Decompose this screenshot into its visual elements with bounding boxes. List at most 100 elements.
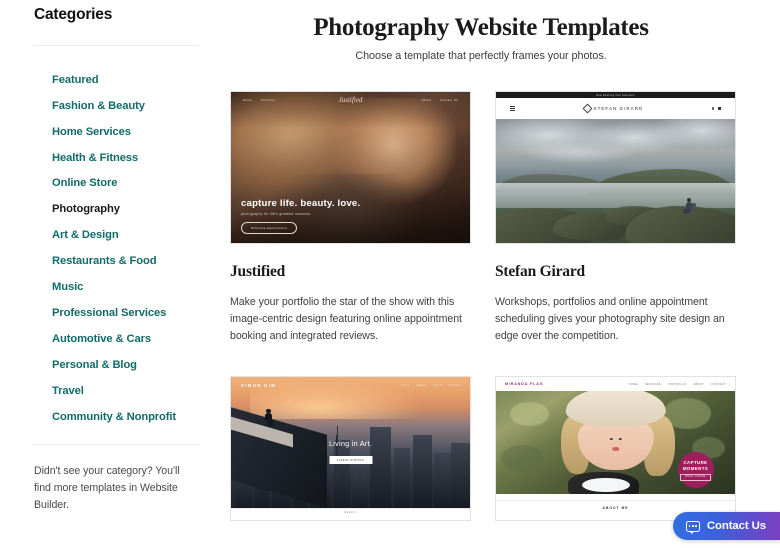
bokeh-shape xyxy=(510,401,549,427)
sidebar-item-featured[interactable]: Featured xyxy=(52,67,198,93)
preview-nav-contact: Contact Us xyxy=(440,99,458,102)
preview-nav-home: Home xyxy=(243,99,252,102)
template-thumbnail-miranda-flag[interactable]: MIRANDA FLAG HOME SERVICES PORTFOLIO ABO… xyxy=(495,376,736,522)
preview-nav-about: About xyxy=(421,99,432,102)
preview-nav-services: SERVICES xyxy=(645,382,662,386)
sidebar-item-restaurants-food[interactable]: Restaurants & Food xyxy=(52,248,198,274)
preview-nav-contact: Contact xyxy=(448,384,460,388)
badge-book-online-button: BOOK ONLINE xyxy=(680,473,711,481)
template-name-stefan-girard[interactable]: Stefan Girard xyxy=(495,263,736,281)
template-card-stefan-girard: Now Booking Fall Sessions STEFAN GIRARD xyxy=(495,91,736,345)
preview-nav-miranda: MIRANDA FLAG HOME SERVICES PORTFOLIO ABO… xyxy=(496,377,735,392)
preview-nav-portfolio: Portfolio xyxy=(260,99,275,102)
template-name-justified[interactable]: Justified xyxy=(230,263,471,281)
preview-subhead: photography for life's greatest moments xyxy=(241,212,311,216)
template-card-simon-kim: SIMON KIM Home Gallery About Contact Liv… xyxy=(230,376,471,522)
sidebar-item-personal-blog[interactable]: Personal & Blog xyxy=(52,352,198,378)
preview-headline: Living in Art. xyxy=(328,438,373,448)
sidebar-item-online-store[interactable]: Online Store xyxy=(52,171,198,197)
building-shape xyxy=(434,452,451,508)
preview-cta-button: Schedule Appointment xyxy=(241,222,297,234)
template-thumbnail-justified[interactable]: Justified Home Portfolio About Contact U… xyxy=(230,91,471,244)
preview-nav-stefan: STEFAN GIRARD xyxy=(496,98,735,119)
main-content: Photography Website Templates Choose a t… xyxy=(216,0,780,548)
sidebar-item-photography[interactable]: Photography xyxy=(52,197,198,223)
chat-bubble-icon xyxy=(685,520,700,534)
sidebar-item-automotive-cars[interactable]: Automotive & Cars xyxy=(52,326,198,352)
preview-nav-gallery: Gallery xyxy=(416,384,427,388)
preview-brand-simon-kim: SIMON KIM xyxy=(241,383,277,389)
category-list: Featured Fashion & Beauty Home Services … xyxy=(34,46,198,430)
preview-nav-left: Home Portfolio xyxy=(243,99,275,102)
page-title: Photography Website Templates xyxy=(313,14,649,41)
search-icon xyxy=(711,107,715,110)
preview-section-strip: Gallery xyxy=(231,507,470,521)
lips-shape xyxy=(612,447,619,451)
sidebar-item-home-services[interactable]: Home Services xyxy=(52,119,198,145)
person-sitting-figure xyxy=(264,408,275,427)
contact-us-button[interactable]: Contact Us xyxy=(672,512,780,540)
sidebar-item-travel[interactable]: Travel xyxy=(52,378,198,404)
building-shape xyxy=(369,426,392,508)
sidebar-item-professional-services[interactable]: Professional Services xyxy=(52,300,198,326)
sidebar-item-fashion-beauty[interactable]: Fashion & Beauty xyxy=(52,93,198,119)
photographer-figure xyxy=(683,198,697,214)
preview-nav-about: ABOUT xyxy=(693,382,705,386)
preview-nav-right: About Contact Us xyxy=(422,99,458,102)
badge-line-1: CAPTURE xyxy=(683,459,708,465)
template-card-miranda-flag: MIRANDA FLAG HOME SERVICES PORTFOLIO ABO… xyxy=(495,376,736,522)
cloud-shape xyxy=(519,141,640,164)
preview-nav-contact: CONTACT xyxy=(711,382,726,386)
sidebar-item-health-fitness[interactable]: Health & Fitness xyxy=(52,145,198,171)
diamond-logo-icon xyxy=(582,103,593,114)
bokeh-shape xyxy=(500,445,544,472)
preview-nav-about: About xyxy=(433,384,442,388)
preview-hero-simon-kim: Living in Art. LATEST PHOTOS xyxy=(329,439,372,466)
building-shape xyxy=(393,447,411,508)
leg-shape xyxy=(683,209,691,214)
template-description-stefan-girard: Workshops, portfolios and online appoint… xyxy=(495,296,725,343)
preview-logo-stefan: STEFAN GIRARD xyxy=(582,103,644,114)
preview-nav-simon-kim: Home Gallery About Contact xyxy=(401,384,460,387)
sidebar-item-music[interactable]: Music xyxy=(52,274,198,300)
preview-nav-home: Home xyxy=(401,384,410,388)
contact-us-label: Contact Us xyxy=(706,520,766,532)
preview-section-label: ABOUT ME xyxy=(602,506,629,511)
building-shape xyxy=(352,460,368,508)
preview-hero-photo-coast xyxy=(496,119,735,243)
eye-shape xyxy=(609,437,613,440)
eye-shape xyxy=(618,437,622,440)
page-header: Photography Website Templates Choose a t… xyxy=(226,0,736,62)
sidebar-item-community-nonprofit[interactable]: Community & Nonprofit xyxy=(52,404,198,430)
cart-icon xyxy=(718,107,721,110)
sidebar-note: Didn't see your category? You'll find mo… xyxy=(34,464,180,511)
template-thumbnail-simon-kim[interactable]: SIMON KIM Home Gallery About Contact Liv… xyxy=(230,376,471,522)
template-card-justified: Justified Home Portfolio About Contact U… xyxy=(230,91,471,345)
preview-hero-photo-city: SIMON KIM Home Gallery About Contact Liv… xyxy=(231,377,470,508)
preview-nav-justified: Home Portfolio About Contact Us xyxy=(231,99,470,102)
sidebar-item-art-design[interactable]: Art & Design xyxy=(52,222,198,248)
preview-section-label: Gallery xyxy=(344,510,357,514)
page-root: Categories Featured Fashion & Beauty Hom… xyxy=(0,0,780,548)
preview-nav-home: HOME xyxy=(628,382,639,386)
building-shape xyxy=(412,434,432,508)
preview-brand-miranda-flag: MIRANDA FLAG xyxy=(505,382,544,387)
sidebar-title: Categories xyxy=(34,6,113,23)
knit-hat-shape xyxy=(565,391,666,427)
page-subtitle: Choose a template that perfectly frames … xyxy=(355,50,607,62)
categories-sidebar: Categories Featured Fashion & Beauty Hom… xyxy=(0,0,216,548)
hamburger-menu-icon xyxy=(510,106,515,111)
preview-cta-button: LATEST PHOTOS xyxy=(329,456,372,465)
capture-moments-badge: CAPTURE MOMENTS BOOK ONLINE xyxy=(677,452,714,489)
preview-nav-links: HOME SERVICES PORTFOLIO ABOUT CONTACT xyxy=(629,383,726,386)
legs-shape xyxy=(268,419,275,426)
preview-hero-photo-portrait: CAPTURE MOMENTS BOOK ONLINE xyxy=(496,391,735,495)
preview-headline: capture life. beauty. love. xyxy=(241,197,361,209)
template-grid: Justified Home Portfolio About Contact U… xyxy=(226,91,736,522)
preview-hero-justified: capture life. beauty. love. photography … xyxy=(241,198,360,235)
template-description-justified: Make your portfolio the star of the show… xyxy=(230,296,462,343)
sea-shape xyxy=(496,183,735,209)
preview-nav-icons xyxy=(711,107,721,110)
building-shape xyxy=(450,442,470,508)
template-thumbnail-stefan-girard[interactable]: Now Booking Fall Sessions STEFAN GIRARD xyxy=(495,91,736,244)
